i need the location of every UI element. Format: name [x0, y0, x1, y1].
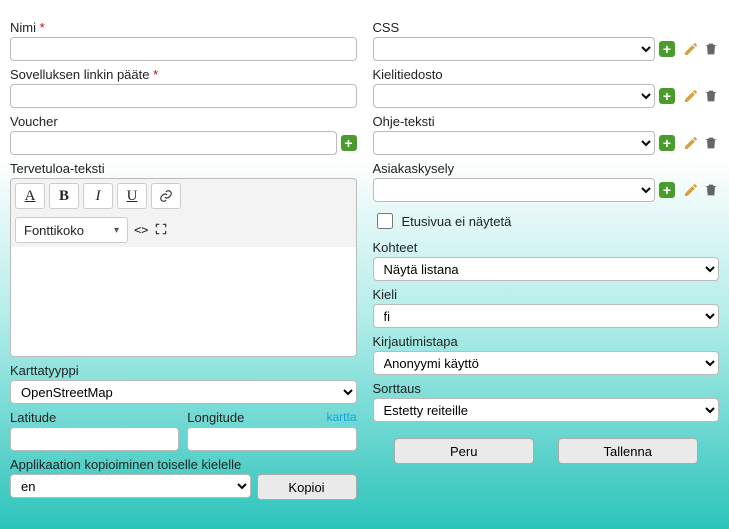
maptype-label: Karttatyyppi — [10, 363, 357, 378]
welcome-text-field: Tervetuloa-teksti A B I U Fonttikoko ▾ <… — [10, 161, 357, 357]
targets-select[interactable]: Näytä listana — [373, 257, 720, 281]
source-button[interactable]: <> — [134, 223, 148, 237]
sort-field: Sorttaus Estetty reiteille — [373, 381, 720, 422]
save-button[interactable]: Tallenna — [558, 438, 698, 464]
fontcolor-button[interactable]: A — [15, 183, 45, 209]
latitude-label: Latitude — [10, 410, 179, 425]
underline-button[interactable]: U — [117, 183, 147, 209]
login-select[interactable]: Anonyymi käyttö — [373, 351, 720, 375]
left-column: Nimi * Sovelluksen linkin pääte * Vouche… — [10, 20, 357, 506]
langfile-field: Kielitiedosto + — [373, 67, 720, 108]
helptext-label: Ohje-teksti — [373, 114, 720, 129]
helptext-field: Ohje-teksti + — [373, 114, 720, 155]
lang-select[interactable]: fi — [373, 304, 720, 328]
welcome-text-label: Tervetuloa-teksti — [10, 161, 357, 176]
edit-css-icon[interactable] — [683, 41, 699, 57]
name-field: Nimi * — [10, 20, 357, 61]
link-suffix-field: Sovelluksen linkin pääte * — [10, 67, 357, 108]
editor-toolbar: A B I U — [10, 178, 357, 213]
delete-langfile-icon[interactable] — [703, 88, 719, 104]
helptext-select[interactable] — [373, 131, 656, 155]
name-label: Nimi * — [10, 20, 357, 35]
add-langfile-icon[interactable]: + — [659, 88, 675, 104]
survey-select[interactable] — [373, 178, 656, 202]
fontsize-select[interactable]: Fonttikoko ▾ — [15, 217, 128, 243]
lang-field: Kieli fi — [373, 287, 720, 328]
name-input[interactable] — [10, 37, 357, 61]
delete-helptext-icon[interactable] — [703, 135, 719, 151]
lang-label: Kieli — [373, 287, 720, 302]
editor-toolbar-2: Fonttikoko ▾ <> — [10, 213, 357, 247]
copy-app-field: Applikaation kopioiminen toiselle kielel… — [10, 457, 357, 500]
fullscreen-button[interactable] — [154, 222, 168, 239]
welcome-text-editor[interactable] — [10, 247, 357, 357]
survey-field: Asiakaskysely + — [373, 161, 720, 202]
targets-label: Kohteet — [373, 240, 720, 255]
longitude-input[interactable] — [187, 427, 356, 451]
css-field: CSS + — [373, 20, 720, 61]
cancel-button[interactable]: Peru — [394, 438, 534, 464]
copy-button[interactable]: Kopioi — [257, 474, 357, 500]
login-field: Kirjautimistapa Anonyymi käyttö — [373, 334, 720, 375]
latitude-input[interactable] — [10, 427, 179, 451]
delete-css-icon[interactable] — [703, 41, 719, 57]
link-suffix-label: Sovelluksen linkin pääte * — [10, 67, 357, 82]
add-css-icon[interactable]: + — [659, 41, 675, 57]
maptype-select[interactable]: OpenStreetMap — [10, 380, 357, 404]
map-link[interactable]: kartta — [326, 410, 356, 424]
login-label: Kirjautimistapa — [373, 334, 720, 349]
targets-field: Kohteet Näytä listana — [373, 240, 720, 281]
copy-app-label: Applikaation kopioiminen toiselle kielel… — [10, 457, 357, 472]
voucher-input[interactable] — [10, 131, 337, 155]
add-voucher-icon[interactable]: + — [341, 135, 357, 151]
latlng-row: Latitude Longitude kartta — [10, 410, 357, 457]
action-buttons: Peru Tallenna — [373, 438, 720, 464]
add-helptext-icon[interactable]: + — [659, 135, 675, 151]
chevron-down-icon: ▾ — [114, 225, 119, 236]
link-button[interactable] — [151, 183, 181, 209]
maptype-field: Karttatyyppi OpenStreetMap — [10, 363, 357, 404]
css-select[interactable] — [373, 37, 656, 61]
hide-home-label: Etusivua ei näytetä — [402, 214, 512, 229]
link-icon — [159, 189, 173, 203]
survey-label: Asiakaskysely — [373, 161, 720, 176]
link-suffix-input[interactable] — [10, 84, 357, 108]
css-label: CSS — [373, 20, 720, 35]
fullscreen-icon — [154, 222, 168, 236]
italic-button[interactable]: I — [83, 183, 113, 209]
voucher-field: Voucher + — [10, 114, 357, 155]
hide-home-row: Etusivua ei näytetä — [373, 210, 720, 232]
longitude-label: Longitude kartta — [187, 410, 356, 425]
right-column: CSS + Kielitiedosto + Oh — [373, 20, 720, 506]
langfile-select[interactable] — [373, 84, 656, 108]
edit-survey-icon[interactable] — [683, 182, 699, 198]
edit-langfile-icon[interactable] — [683, 88, 699, 104]
add-survey-icon[interactable]: + — [659, 182, 675, 198]
hide-home-checkbox[interactable] — [377, 213, 393, 229]
bold-button[interactable]: B — [49, 183, 79, 209]
sort-select[interactable]: Estetty reiteille — [373, 398, 720, 422]
copy-lang-select[interactable]: en — [10, 474, 251, 498]
sort-label: Sorttaus — [373, 381, 720, 396]
edit-helptext-icon[interactable] — [683, 135, 699, 151]
delete-survey-icon[interactable] — [703, 182, 719, 198]
langfile-label: Kielitiedosto — [373, 67, 720, 82]
voucher-label: Voucher — [10, 114, 357, 129]
